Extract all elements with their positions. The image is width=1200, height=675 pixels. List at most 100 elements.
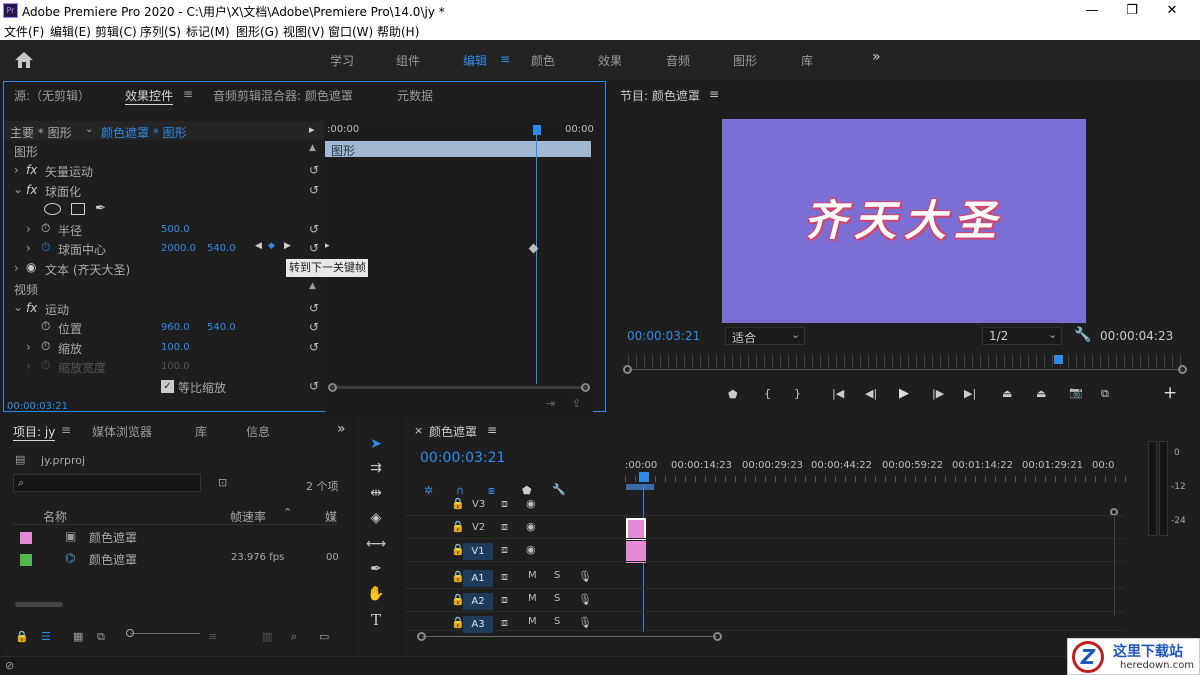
eye-icon[interactable]: ◉ — [526, 520, 536, 533]
add-button[interactable]: + — [1163, 383, 1177, 403]
eye-icon[interactable]: ◉ — [526, 497, 536, 510]
ripple-edit-tool-icon[interactable]: ⇹ — [364, 485, 388, 507]
tab-effects[interactable]: 效果 — [598, 52, 622, 69]
mute-button[interactable]: M — [528, 593, 537, 604]
tab-info[interactable]: 信息 — [246, 423, 270, 440]
master-clip-label[interactable]: 主要 * 图形 — [10, 124, 72, 141]
program-scrollbar[interactable] — [628, 369, 1182, 370]
icon-view-icon[interactable]: ▦ — [73, 630, 83, 643]
reset-icon[interactable]: ↺ — [309, 320, 319, 334]
go-to-out-icon[interactable]: ▶| — [964, 387, 976, 400]
horizontal-scrollbar[interactable] — [422, 636, 717, 637]
scroll-handle-left[interactable] — [328, 383, 337, 392]
add-keyframe-icon[interactable]: ◆ — [268, 241, 275, 251]
track-target[interactable]: V1 — [463, 543, 493, 560]
tab-project[interactable]: 项目: jy — [13, 423, 56, 441]
eye-icon[interactable]: ◉ — [26, 260, 36, 274]
timeline-ruler[interactable]: :00:00 00:00:14:23 00:00:29:23 00:00:44:… — [625, 456, 1130, 490]
expand-right-icon[interactable]: ▸ — [325, 241, 330, 251]
reset-icon[interactable]: ↺ — [309, 340, 319, 354]
sync-lock-icon[interactable]: ⧈ — [501, 593, 508, 607]
comparison-view-icon[interactable]: ⧉ — [1101, 387, 1109, 401]
solo-button[interactable]: S — [554, 593, 560, 604]
effect-timecode[interactable]: 00:00:03:21 — [7, 401, 68, 412]
tab-metadata[interactable]: 元数据 — [397, 87, 433, 104]
rectangle-mask-icon[interactable] — [71, 203, 85, 215]
timeline-close-icon[interactable]: × — [414, 424, 423, 437]
play-arrow-icon[interactable]: ▸ — [309, 123, 315, 136]
zoom-slider[interactable] — [130, 633, 200, 634]
track-select-tool-icon[interactable]: ⇉ — [364, 460, 388, 482]
reset-icon[interactable]: ↺ — [309, 163, 319, 177]
mic-icon[interactable]: 🎙 — [578, 593, 592, 606]
collapse-up-icon[interactable]: ▲ — [309, 143, 316, 153]
selection-tool-icon[interactable]: ➤ — [364, 436, 388, 458]
track-target[interactable]: A3 — [463, 616, 493, 633]
wrench-icon[interactable]: 🔧 — [1074, 327, 1091, 343]
chevron-right-icon[interactable]: › — [26, 241, 31, 255]
mark-in-icon[interactable]: { — [764, 387, 771, 400]
motion-row[interactable]: ⌄ fx 运动 ↺ — [4, 299, 326, 318]
track-target[interactable]: A2 — [463, 593, 493, 610]
uniform-scale-checkbox[interactable]: ✓ — [161, 380, 174, 393]
menu-window[interactable]: 窗口(W) — [328, 23, 373, 40]
chevron-down-icon[interactable]: ⌄ — [13, 182, 23, 196]
track-v1[interactable]: 🔒 V1 ⧈ ◉ — [405, 540, 1125, 562]
clip-bar[interactable]: 图形 — [325, 141, 591, 158]
tab-libraries[interactable]: 库 — [801, 52, 813, 69]
timeline-menu-icon[interactable]: ≡ — [487, 423, 497, 437]
track-name[interactable]: V3 — [472, 499, 485, 510]
timeline-playhead-handle[interactable] — [639, 472, 649, 482]
go-to-in-icon[interactable]: |◀ — [832, 387, 844, 400]
new-bin-icon[interactable]: ⊡ — [218, 476, 227, 489]
vector-motion-row[interactable]: › fx 矢量运动 ↺ — [4, 161, 326, 180]
pen-tool-icon[interactable]: ✒ — [364, 561, 388, 583]
reset-icon[interactable]: ↺ — [309, 301, 319, 315]
camera-icon[interactable]: 📷 — [1069, 386, 1083, 399]
chevron-right-icon[interactable]: › — [14, 261, 19, 275]
work-area-bar[interactable] — [626, 484, 654, 490]
track-a3[interactable]: 🔒 A3 ⧈ M S 🎙 — [405, 613, 1125, 633]
next-keyframe-icon[interactable]: ▶ — [284, 241, 291, 251]
tab-effect-controls[interactable]: 效果控件 — [125, 87, 174, 105]
menu-clip[interactable]: 剪辑(C) — [95, 23, 137, 40]
tab-graphics[interactable]: 图形 — [733, 52, 757, 69]
program-preview-frame[interactable]: 齐天大圣 — [722, 119, 1086, 323]
chevron-right-icon[interactable]: › — [26, 340, 31, 354]
position-y-value[interactable]: 540.0 — [207, 322, 236, 333]
minimize-button[interactable]: — — [1072, 0, 1112, 22]
program-ruler[interactable] — [628, 355, 1182, 367]
program-title[interactable]: 节目: 颜色遮罩 — [620, 87, 700, 104]
sequence-clip-label[interactable]: 颜色遮罩 * 图形 — [101, 124, 187, 141]
lock-icon[interactable]: 🔒 — [15, 630, 29, 643]
filter-icon[interactable]: ⇥ — [546, 397, 555, 410]
find-icon[interactable]: ⌕ — [291, 630, 297, 644]
tab-libraries[interactable]: 库 — [195, 423, 207, 440]
spherize-row[interactable]: ⌄ fx 球面化 ↺ — [4, 181, 326, 200]
prev-keyframe-icon[interactable]: ◀ — [255, 241, 262, 251]
eye-icon[interactable]: ◉ — [526, 543, 536, 556]
h-scroll-right[interactable] — [713, 632, 722, 641]
step-forward-icon[interactable]: |▶ — [932, 387, 944, 400]
program-playhead[interactable] — [1054, 355, 1063, 364]
resolution-select[interactable]: 1/2 ⌄ — [982, 327, 1062, 345]
sync-lock-icon[interactable]: ⧈ — [501, 543, 508, 557]
menu-view[interactable]: 视图(V) — [283, 23, 325, 40]
effect-tab-menu-icon[interactable]: ≡ — [183, 87, 193, 101]
maximize-button[interactable]: ❐ — [1112, 0, 1152, 22]
zoom-slider-handle[interactable] — [126, 629, 134, 637]
fx-icon[interactable]: fx — [26, 163, 37, 177]
fit-select[interactable]: 适合 ⌄ — [725, 327, 805, 345]
tab-assembly[interactable]: 组件 — [396, 52, 420, 69]
mute-button[interactable]: M — [528, 616, 537, 627]
workspace-menu-icon[interactable]: ≡ — [500, 52, 510, 66]
automate-icon[interactable]: ▥ — [262, 630, 272, 643]
chevron-down-icon[interactable]: ⌄ — [85, 124, 93, 135]
stopwatch-icon[interactable]: ⏱ — [41, 319, 50, 334]
program-timecode[interactable]: 00:00:03:21 — [627, 329, 700, 343]
tab-source[interactable]: 源:（无剪辑） — [14, 87, 90, 104]
home-icon[interactable] — [14, 51, 34, 69]
text-layer-row[interactable]: › ◉ 文本 (齐天大圣) — [4, 259, 326, 278]
fx-icon[interactable]: fx — [26, 183, 37, 197]
project-more-icon[interactable]: » — [337, 421, 346, 437]
